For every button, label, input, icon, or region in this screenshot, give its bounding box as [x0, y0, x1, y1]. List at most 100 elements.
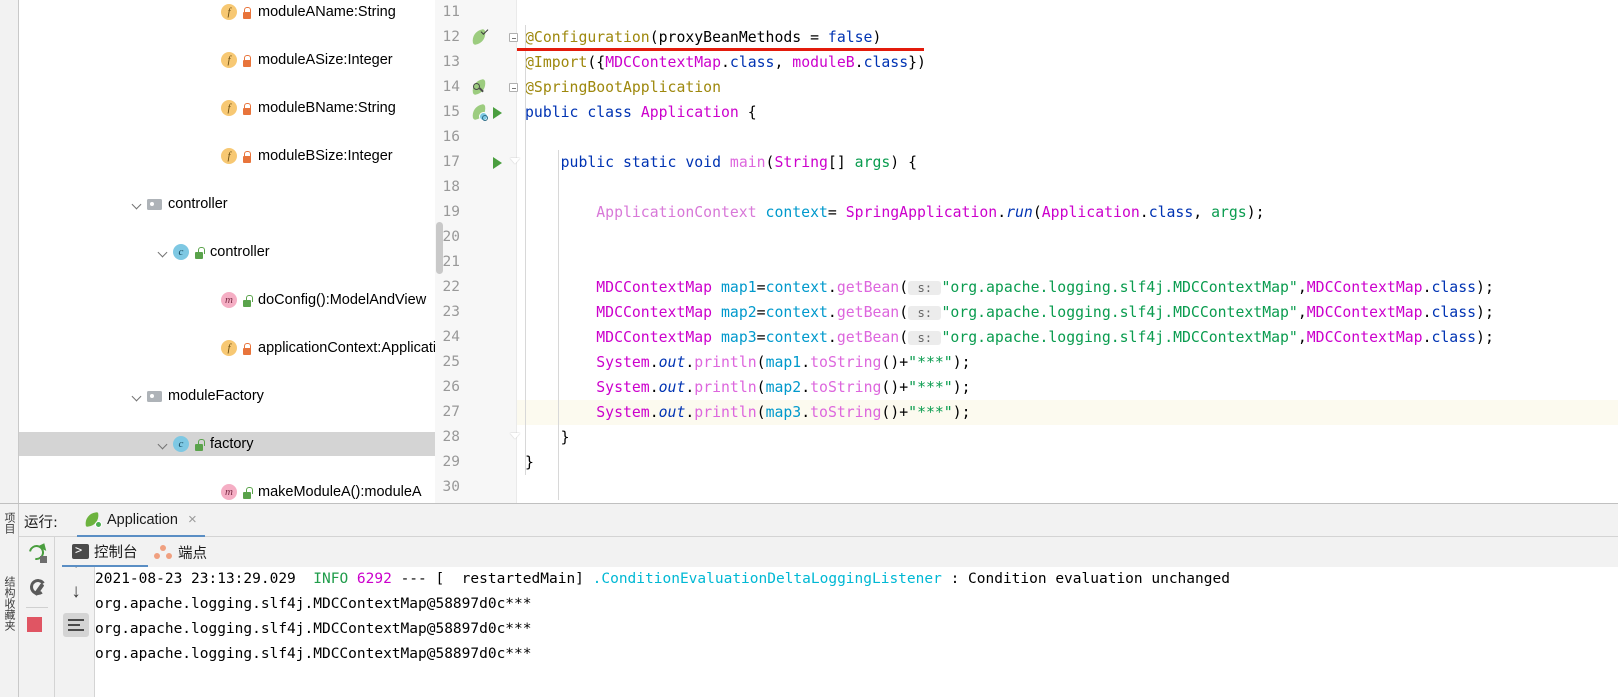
code-token: .: [997, 204, 1007, 221]
tree-item-label: applicationContext:Applicatio: [258, 340, 435, 356]
code-line[interactable]: @Import({MDCContextMap.class, moduleB.cl…: [517, 50, 926, 75]
chevron-down-icon[interactable]: [131, 390, 144, 403]
tree-item-makemodulea-modulea[interactable]: m makeModuleA():moduleA: [19, 480, 435, 503]
console-token: 2021-08-23 23:13:29.029: [95, 571, 296, 587]
code-token: "org.apache.logging.slf4j.MDCContextMap": [941, 329, 1298, 346]
code-token: .: [685, 404, 695, 421]
run-tab-label: Application: [107, 511, 178, 528]
code-line[interactable]: MDCContextMap map3=context.getBean( s: "…: [517, 325, 1494, 350]
strip-label-structure[interactable]: 结构收藏夹: [1, 576, 17, 631]
field-icon: f: [221, 52, 237, 68]
code-token: System: [525, 379, 650, 396]
tree-item-controller[interactable]: controller: [19, 192, 435, 216]
console-line: 2021-08-23 23:13:29.029 INFO 6292 --- [ …: [95, 567, 1230, 592]
tree-item-moduleaname-string[interactable]: f moduleAName:String: [19, 0, 435, 24]
code-token: (: [756, 354, 766, 371]
code-line[interactable]: ApplicationContext context= SpringApplic…: [517, 200, 1265, 225]
console-line: org.apache.logging.slf4j.MDCContextMap@5…: [95, 617, 532, 642]
code-token: .: [1139, 204, 1149, 221]
code-token: .: [649, 404, 659, 421]
soft-wrap-button[interactable]: [63, 613, 89, 637]
code-token: args: [854, 154, 891, 171]
spring-bean-check-icon[interactable]: [470, 25, 489, 50]
code-token: (: [899, 329, 909, 346]
public-lock-icon: [193, 246, 205, 259]
code-token: false: [827, 29, 873, 46]
code-token: Application: [1041, 204, 1140, 221]
strip-label-project[interactable]: 项目: [1, 512, 17, 534]
spring-bean-config-icon[interactable]: [470, 100, 488, 125]
code-token: );: [952, 379, 971, 396]
console-line: org.apache.logging.slf4j.MDCContextMap@5…: [95, 592, 532, 617]
code-token: (: [649, 29, 659, 46]
line-number: 12: [442, 29, 460, 45]
project-tree[interactable]: f moduleAName:String f moduleASize:Integer f…: [19, 0, 435, 503]
scroll-down-button[interactable]: ↓: [66, 581, 86, 603]
code-line[interactable]: public static void main(String[] args) {: [517, 150, 917, 175]
code-content[interactable]: @Configuration(proxyBeanMethods = false)…: [517, 0, 1618, 503]
code-token: MDCContextMap: [1306, 329, 1423, 346]
code-token: getBean: [836, 279, 900, 296]
code-token: );: [1476, 329, 1494, 346]
code-token: .: [721, 54, 730, 71]
tab-endpoints[interactable]: 端点: [144, 537, 217, 567]
tab-console[interactable]: 控制台: [62, 537, 148, 567]
line-number: 14: [442, 79, 460, 95]
spring-leaf-icon: [84, 511, 102, 528]
tree-item-moduleasize-integer[interactable]: f moduleASize:Integer: [19, 48, 435, 72]
code-line[interactable]: System.out.println(map1.toString()+"***"…: [517, 350, 970, 375]
tree-item-modulefactory[interactable]: moduleFactory: [19, 384, 435, 408]
console-tab-bar[interactable]: 控制台 端点: [56, 537, 1618, 567]
spring-bean-search-icon[interactable]: [470, 75, 488, 100]
code-token: "org.apache.logging.slf4j.MDCContextMap": [941, 304, 1298, 321]
console-output[interactable]: 2021-08-23 23:13:29.029 INFO 6292 --- [ …: [95, 567, 1618, 697]
console-token: --- [ restartedMain]: [391, 571, 593, 587]
editor-gutter[interactable]: 11 12 13 14 15 16 17 18 19 20 21 22 23 24 25 26 27 28 29 30: [435, 0, 518, 503]
code-token: MDCContextMap: [525, 279, 713, 296]
code-token: .: [827, 279, 837, 296]
code-token: SpringApplication: [845, 204, 998, 221]
rerun-button[interactable]: [26, 541, 49, 565]
chevron-down-icon[interactable]: [157, 438, 170, 451]
code-token: (: [756, 379, 766, 396]
code-line[interactable]: MDCContextMap map2=context.getBean( s: "…: [517, 300, 1494, 325]
code-token: );: [1246, 204, 1265, 221]
code-token: System: [525, 404, 650, 421]
run-toolbar[interactable]: [19, 537, 55, 697]
code-line[interactable]: @Configuration(proxyBeanMethods = false): [517, 25, 881, 50]
code-line[interactable]: public class Application {: [517, 100, 757, 125]
tree-item-controller[interactable]: c controller: [19, 240, 435, 264]
close-icon[interactable]: ×: [188, 512, 197, 527]
code-token: ApplicationContext: [525, 204, 757, 221]
code-line[interactable]: @SpringBootApplication: [517, 75, 721, 100]
run-gutter-icon[interactable]: [493, 150, 502, 175]
code-line[interactable]: System.out.println(map3.toString()+"***"…: [517, 400, 970, 425]
tree-item-modulebname-string[interactable]: f moduleBName:String: [19, 96, 435, 120]
chevron-down-icon[interactable]: [131, 198, 144, 211]
stop-button[interactable]: [27, 617, 49, 639]
code-token: class: [1431, 329, 1477, 346]
run-gutter-icon[interactable]: [493, 100, 502, 125]
run-tab-application[interactable]: Application ×: [77, 504, 205, 537]
console-token: 6292: [348, 571, 392, 587]
code-token: "***": [908, 404, 953, 421]
code-token: MDCContextMap: [525, 329, 713, 346]
tree-item-factory[interactable]: c factory: [19, 432, 435, 456]
code-token: out: [658, 354, 686, 371]
tree-item-applicationcontext-applicatio[interactable]: f applicationContext:Applicatio: [19, 336, 435, 360]
tree-item-modulebsize-integer[interactable]: f moduleBSize:Integer: [19, 144, 435, 168]
tab-endpoints-label: 端点: [178, 545, 207, 562]
tree-item-doconfig-modelandview[interactable]: m doConfig():ModelAndView: [19, 288, 435, 312]
editor-scrollbar-thumb[interactable]: [436, 222, 443, 274]
settings-button[interactable]: [27, 577, 49, 599]
code-line[interactable]: MDCContextMap map1=context.getBean( s: "…: [517, 275, 1494, 300]
code-token: MDCContextMap: [1306, 279, 1423, 296]
code-token: Application: [640, 104, 739, 121]
chevron-down-icon[interactable]: [157, 246, 170, 259]
tree-item-label: controller: [168, 196, 228, 212]
parameter-hint: s:: [908, 281, 942, 295]
code-line[interactable]: System.out.println(map2.toString()+"***"…: [517, 375, 971, 400]
code-editor[interactable]: 11 12 13 14 15 16 17 18 19 20 21 22 23 24 25 26 27 28 29 30…: [435, 0, 1618, 503]
code-token: getBean: [836, 304, 900, 321]
code-token: =: [827, 204, 846, 221]
